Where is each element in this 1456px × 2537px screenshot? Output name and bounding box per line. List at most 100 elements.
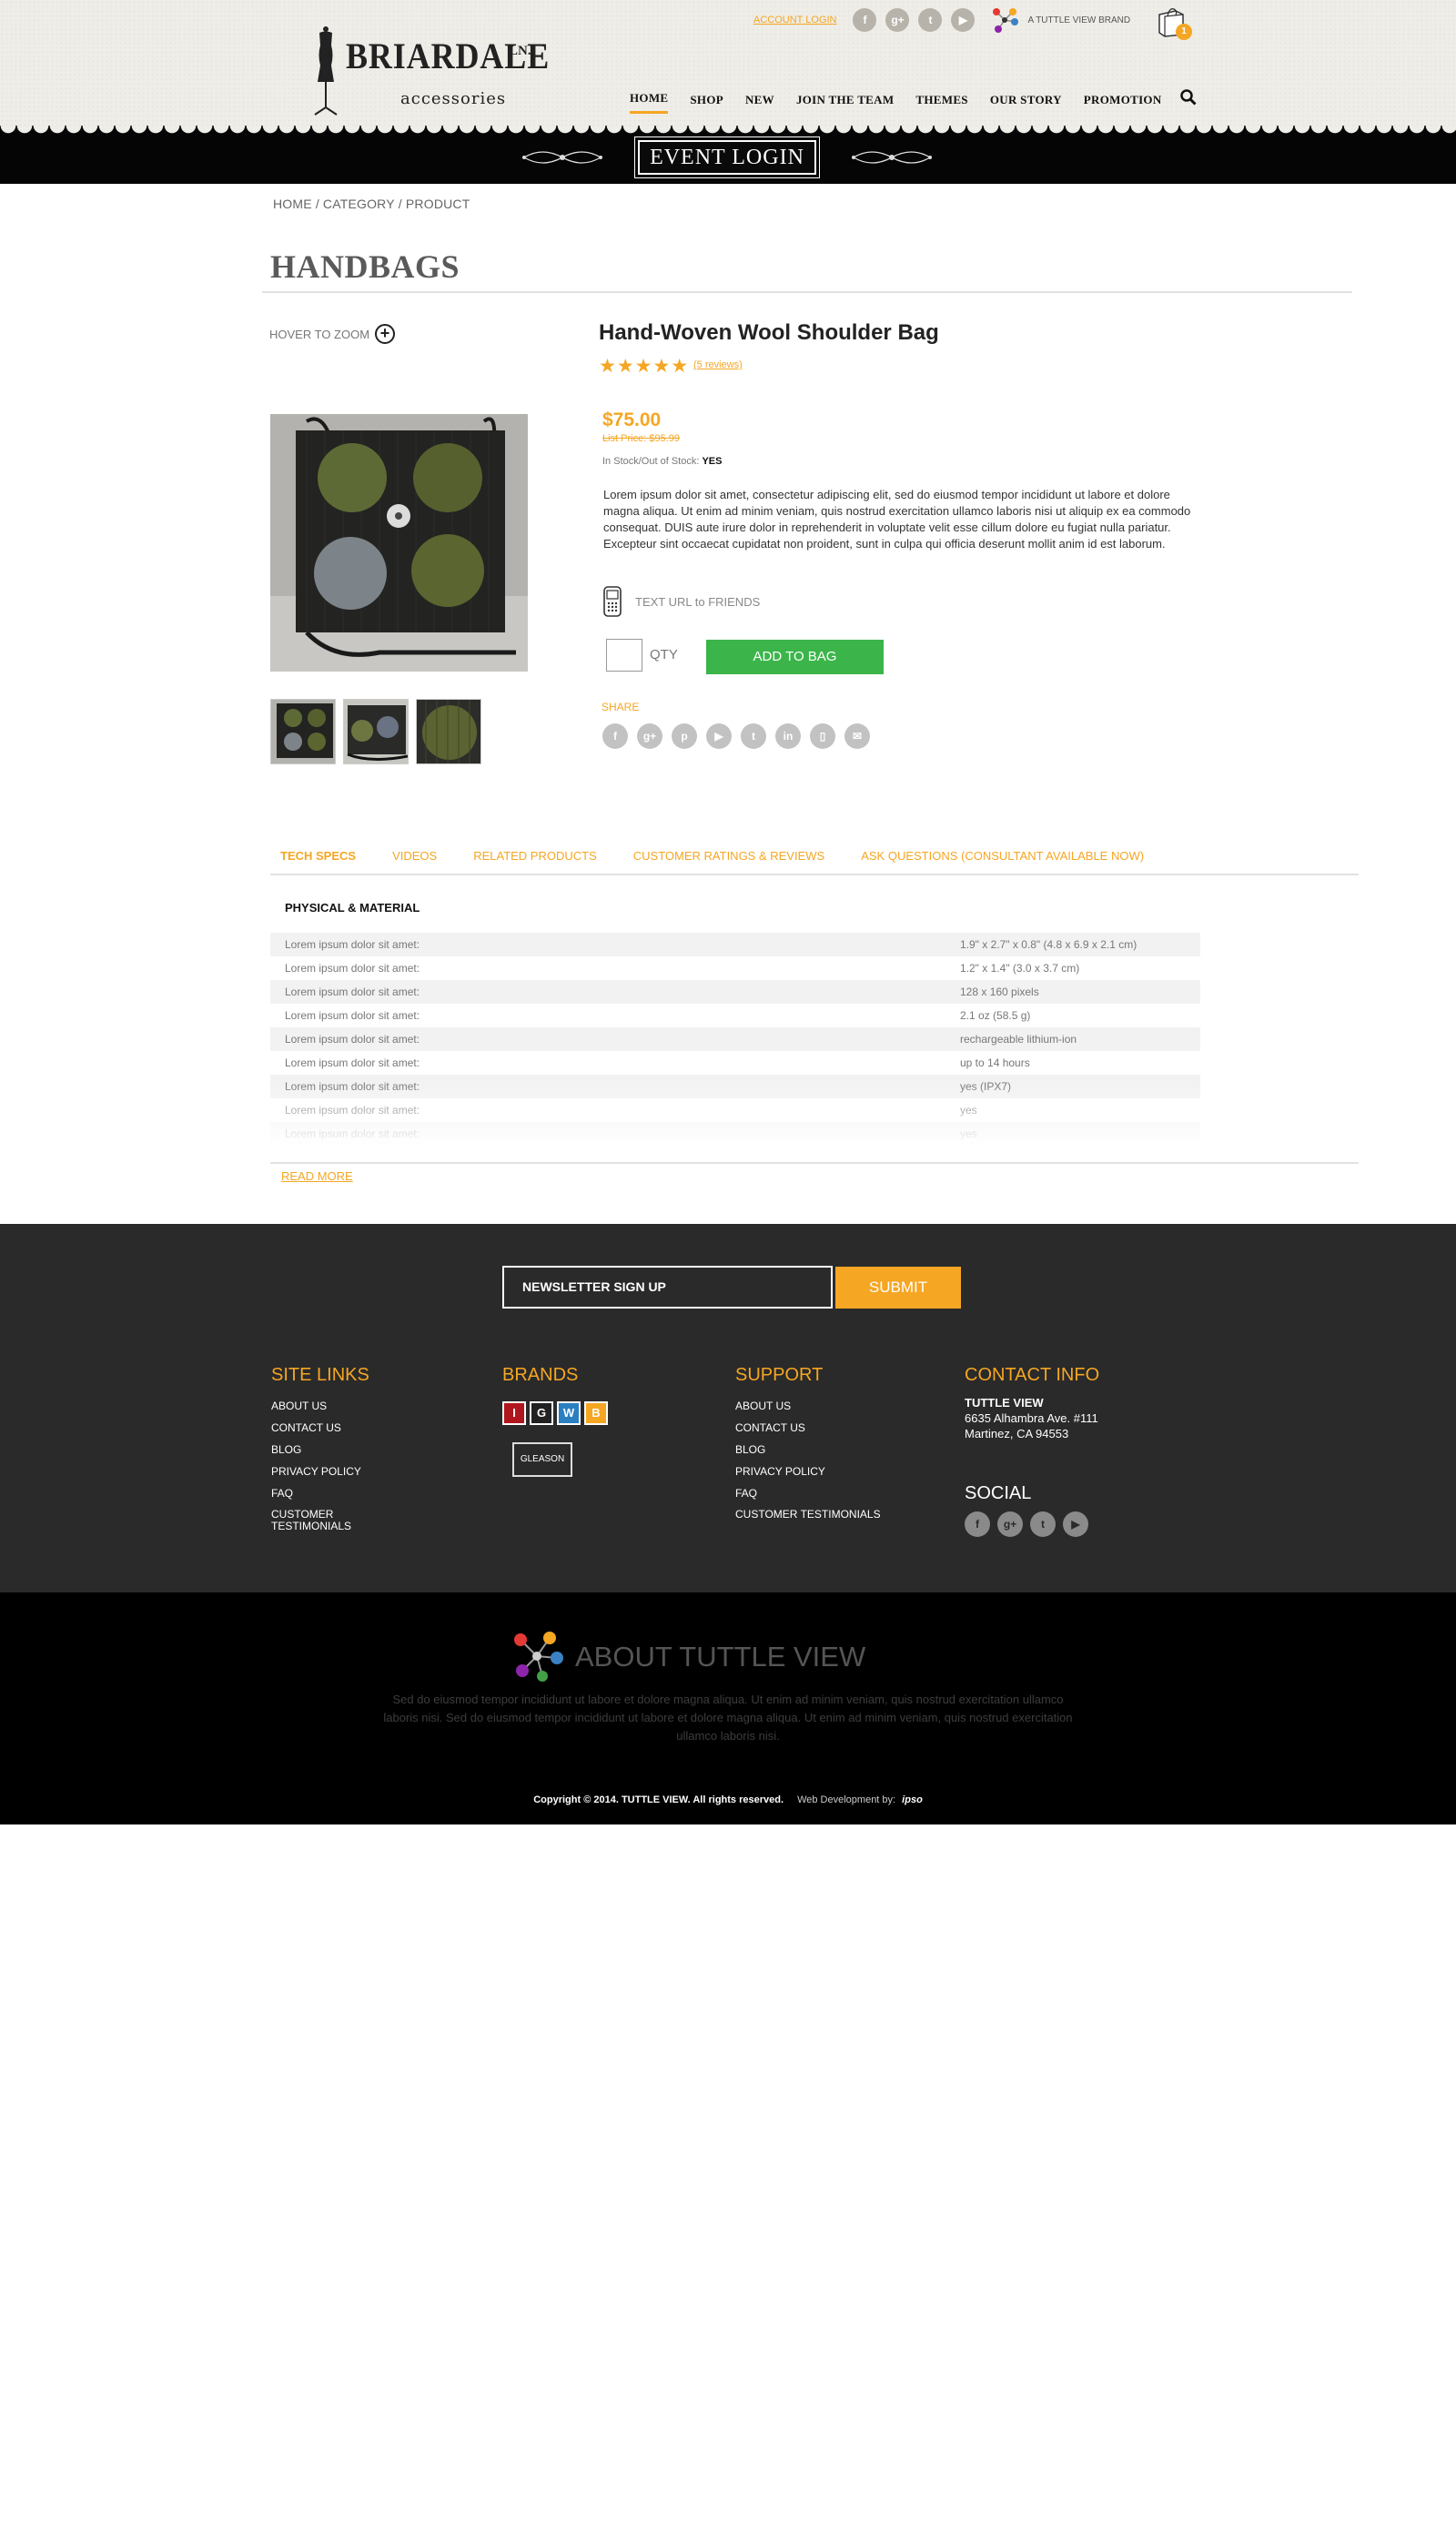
support-link-privacy-policy[interactable]: PRIVACY POLICY — [735, 1461, 881, 1482]
top-social-icons: f g+ t ▶ — [853, 8, 984, 32]
site-link-about-us[interactable]: ABOUT US — [271, 1395, 369, 1417]
site-link-contact-us[interactable]: CONTACT US — [271, 1417, 369, 1439]
support-link-blog[interactable]: BLOG — [735, 1439, 881, 1461]
tab-ask-questions-consultant-available-now[interactable]: ASK QUESTIONS (CONSULTANT AVAILABLE NOW) — [861, 849, 1144, 863]
share-phone-icon[interactable]: ▯ — [810, 723, 835, 749]
nav-join-the-team[interactable]: JOIN THE TEAM — [796, 93, 894, 113]
tab-tech-specs[interactable]: TECH SPECS — [280, 849, 356, 863]
tab-related-products[interactable]: RELATED PRODUCTS — [473, 849, 597, 863]
product-main-image[interactable] — [270, 414, 528, 672]
support-link-faq[interactable]: FAQ — [735, 1482, 881, 1504]
product-thumbnail[interactable] — [343, 699, 409, 764]
site-link-privacy-policy[interactable]: PRIVACY POLICY — [271, 1461, 369, 1482]
brand-logo-i[interactable]: I — [502, 1401, 526, 1425]
spec-row: Lorem ipsum dolor sit amet: rechargeable … — [270, 1027, 1200, 1051]
shopping-bag-button[interactable]: 1 — [1156, 5, 1192, 40]
spec-value: up to 14 hours — [960, 1056, 1030, 1069]
google-plus-icon[interactable]: g+ — [885, 8, 910, 32]
support-link-about-us[interactable]: ABOUT US — [735, 1395, 881, 1417]
breadcrumb-home[interactable]: HOME — [273, 197, 312, 211]
product-thumbnails — [270, 699, 489, 764]
product-tabs: TECH SPECS VIDEOS RELATED PRODUCTS CUSTOMER… — [280, 849, 1180, 863]
web-development-label: Web Development by: — [797, 1794, 896, 1805]
share-facebook-icon[interactable]: f — [602, 723, 628, 749]
nav-home[interactable]: HOME — [630, 91, 669, 114]
tuttle-view-logo-icon — [993, 8, 1019, 33]
brand-logo[interactable]: BRIARDALE LN. accessories — [309, 25, 549, 116]
specs-divider — [270, 1162, 1359, 1164]
nav-promotion[interactable]: PROMOTION — [1084, 93, 1162, 113]
newsletter-email-input[interactable]: NEWSLETTER SIGN UP — [502, 1266, 833, 1309]
cart-count-badge: 1 — [1176, 24, 1192, 40]
spec-key: Lorem ipsum dolor sit amet: — [285, 1033, 420, 1046]
share-label: SHARE — [602, 701, 640, 713]
contact-address-line2: Martinez, CA 94553 — [965, 1427, 1069, 1440]
support-link-contact-us[interactable]: CONTACT US — [735, 1417, 881, 1439]
share-email-icon[interactable]: ✉ — [844, 723, 870, 749]
share-linkedin-icon[interactable]: in — [775, 723, 801, 749]
contact-column: CONTACT INFO TUTTLE VIEW 6635 Alhambra A… — [965, 1365, 1099, 1441]
breadcrumb-category[interactable]: CATEGORY — [323, 197, 395, 211]
rating-stars: ★★★★★ — [599, 356, 690, 377]
site-link-customer-testimonials[interactable]: CUSTOMER TESTIMONIALS — [271, 1504, 362, 1532]
tuttle-view-brand-text: A TUTTLE VIEW BRAND — [1027, 15, 1131, 25]
site-link-faq[interactable]: FAQ — [271, 1482, 369, 1504]
tab-videos[interactable]: VIDEOS — [392, 849, 437, 863]
brand-logo-b[interactable]: B — [584, 1401, 608, 1425]
contact-name: TUTTLE VIEW — [965, 1396, 1044, 1410]
facebook-icon[interactable]: f — [853, 8, 877, 32]
stock-value: YES — [702, 456, 723, 467]
event-login-button[interactable]: EVENT LOGIN — [634, 136, 820, 178]
spec-value: rechargeable lithium-ion — [960, 1033, 1077, 1046]
product-thumbnail[interactable] — [270, 699, 336, 764]
footer-google-plus-icon[interactable]: g+ — [997, 1511, 1023, 1537]
twitter-icon[interactable]: t — [918, 8, 943, 32]
brand-logo-g[interactable]: G — [530, 1401, 553, 1425]
share-twitter-icon[interactable]: t — [741, 723, 766, 749]
newsletter-submit-button[interactable]: SUBMIT — [835, 1267, 961, 1309]
ipso-brand-link[interactable]: ipso — [902, 1794, 923, 1805]
account-login-link[interactable]: ACCOUNT LOGIN — [753, 15, 836, 25]
reviews-link[interactable]: (5 reviews) — [693, 359, 743, 370]
tuttle-view-brand[interactable]: A TUTTLE VIEW BRAND — [991, 6, 1130, 34]
gleason-brand-logo[interactable]: GLEASON — [512, 1442, 572, 1477]
mannequin-icon — [314, 26, 338, 116]
zoom-hint-label: HOVER TO ZOOM — [269, 327, 370, 341]
footer-twitter-icon[interactable]: t — [1030, 1511, 1056, 1537]
nav-new[interactable]: NEW — [745, 93, 774, 113]
text-url-label: TEXT URL to FRIENDS — [635, 594, 761, 609]
quantity-input[interactable] — [606, 639, 642, 672]
footer-facebook-icon[interactable]: f — [965, 1511, 990, 1537]
hover-to-zoom[interactable]: HOVER TO ZOOM + — [269, 324, 396, 344]
read-more-link[interactable]: READ MORE — [281, 1169, 353, 1183]
youtube-icon[interactable]: ▶ — [951, 8, 976, 32]
nav-shop[interactable]: SHOP — [690, 93, 723, 113]
breadcrumb: HOME / CATEGORY / PRODUCT — [273, 197, 474, 211]
site-link-blog[interactable]: BLOG — [271, 1439, 369, 1461]
product-thumbnail[interactable] — [416, 699, 481, 764]
brand-logo-w[interactable]: W — [557, 1401, 581, 1425]
page-title: HANDBAGS — [270, 248, 460, 285]
share-pinterest-icon[interactable]: p — [672, 723, 697, 749]
specs-fade-overlay — [270, 1083, 1200, 1147]
search-icon[interactable] — [1179, 89, 1197, 110]
breadcrumb-product[interactable]: PRODUCT — [406, 197, 470, 211]
support-link-customer-testimonials[interactable]: CUSTOMER TESTIMONIALS — [735, 1504, 881, 1521]
footer-youtube-icon[interactable]: ▶ — [1063, 1511, 1088, 1537]
nav-themes[interactable]: THEMES — [915, 93, 967, 113]
nav-our-story[interactable]: OUR STORY — [990, 93, 1062, 113]
spec-key: Lorem ipsum dolor sit amet: — [285, 1056, 420, 1069]
spec-key: Lorem ipsum dolor sit amet: — [285, 962, 420, 975]
list-price: List Price: $95.99 — [602, 433, 680, 444]
site-header: BRIARDALE LN. accessories ACCOUNT LOGIN … — [0, 0, 1456, 135]
mobile-phone-icon — [603, 586, 622, 617]
product-name: Hand-Woven Wool Shoulder Bag — [599, 320, 939, 345]
add-to-bag-button[interactable]: ADD TO BAG — [706, 640, 884, 674]
share-youtube-icon[interactable]: ▶ — [706, 723, 732, 749]
brand-logo-strip[interactable]: IGWB — [502, 1401, 612, 1425]
about-title: ABOUT TUTTLE VIEW — [575, 1641, 866, 1673]
share-google-plus-icon[interactable]: g+ — [637, 723, 662, 749]
contact-title: CONTACT INFO — [965, 1365, 1100, 1385]
tab-customer-ratings-reviews[interactable]: CUSTOMER RATINGS & REVIEWS — [633, 849, 824, 863]
text-url-to-friends[interactable]: TEXT URL to FRIENDS — [602, 586, 760, 617]
